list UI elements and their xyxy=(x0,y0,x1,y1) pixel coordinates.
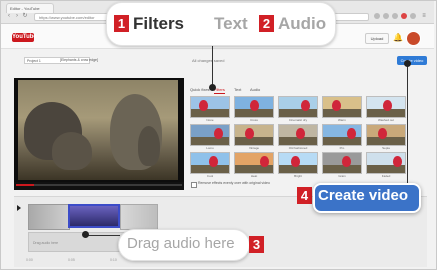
extension-icon[interactable] xyxy=(383,13,389,19)
filter-thumbnail[interactable] xyxy=(366,152,406,174)
filter-thumbnail[interactable] xyxy=(234,96,274,118)
video-preview[interactable] xyxy=(18,80,178,180)
filter-label: Washed out xyxy=(378,118,394,122)
callout-connector xyxy=(407,64,408,184)
filter-thumbnail[interactable] xyxy=(234,152,274,174)
timeline-tick: 0:10 xyxy=(110,258,117,262)
saved-status: All changes saved xyxy=(192,58,225,63)
upload-button[interactable]: Upload xyxy=(365,33,389,44)
filter-label: Lomo xyxy=(206,146,214,150)
filter-label: Warm xyxy=(338,118,346,122)
filter-label: Heat xyxy=(250,174,258,178)
filter-label: Faded xyxy=(381,174,391,178)
filter-thumbnail[interactable] xyxy=(366,124,406,146)
callout-create-video-label: Create video xyxy=(318,187,409,204)
filter-label: None xyxy=(206,118,214,122)
extension-icon[interactable] xyxy=(401,13,407,19)
callout-audio-label: Audio xyxy=(278,14,327,33)
project-title[interactable]: [Elephants & crow edge] xyxy=(60,57,120,64)
filter-label: Vintage xyxy=(248,146,260,150)
filter-thumbnail[interactable] xyxy=(322,152,362,174)
youtube-logo[interactable]: YouTube xyxy=(12,33,37,42)
menu-icon[interactable]: ≡ xyxy=(421,13,427,19)
elephant-image xyxy=(52,132,92,170)
create-video-button[interactable]: Create video xyxy=(397,56,427,65)
filter-label: Cross xyxy=(250,118,258,122)
tab-text[interactable]: Text xyxy=(234,86,241,93)
video-clip[interactable] xyxy=(28,204,70,230)
callout-connector xyxy=(86,235,120,236)
filter-label: Sepia xyxy=(382,146,390,150)
bell-icon[interactable]: 🔔 xyxy=(393,33,403,42)
filter-thumbnail[interactable] xyxy=(322,124,362,146)
callout-filters-label: Filters xyxy=(133,14,185,33)
avatar[interactable] xyxy=(406,31,421,46)
callout-dot xyxy=(404,60,411,67)
back-icon[interactable]: ‹ xyxy=(6,13,12,19)
filter-label: Pro xyxy=(339,146,345,150)
callout-number: 3 xyxy=(249,236,264,253)
filter-thumbnail[interactable] xyxy=(190,124,230,146)
filter-checkbox[interactable] xyxy=(191,182,197,188)
filter-thumbnail[interactable] xyxy=(278,96,318,118)
filter-thumbnail[interactable] xyxy=(190,152,230,174)
filter-label: Cool xyxy=(206,174,214,178)
callout-drag-audio-label: Drag audio here xyxy=(127,235,235,252)
filter-thumbnail[interactable] xyxy=(322,96,362,118)
timeline-tick: 0:05 xyxy=(68,258,75,262)
filter-label: Grain xyxy=(338,174,346,178)
video-clip-selected[interactable] xyxy=(68,204,120,228)
filter-checkbox-label: Remove effects evenly over with original… xyxy=(198,181,270,185)
callout-number: 1 xyxy=(114,15,129,32)
reload-icon[interactable]: ↻ xyxy=(22,13,28,19)
extension-icon[interactable] xyxy=(374,13,380,19)
filter-thumbnail[interactable] xyxy=(234,124,274,146)
video-clip[interactable] xyxy=(120,204,158,230)
browser-tab[interactable]: Editor - YouTube xyxy=(6,3,54,13)
callout-number: 2 xyxy=(259,15,274,32)
filter-label: Cinematic dry xyxy=(288,118,308,122)
filter-label: Old fashioned xyxy=(288,146,308,150)
filter-thumbnail[interactable] xyxy=(278,152,318,174)
progress-fill xyxy=(16,184,34,186)
callout-connector xyxy=(212,44,213,88)
forward-icon[interactable]: › xyxy=(14,13,20,19)
filter-thumbnail[interactable] xyxy=(190,96,230,118)
filter-label: Bright xyxy=(294,174,302,178)
timeline-tick: 0:00 xyxy=(26,258,33,262)
extension-icon[interactable] xyxy=(392,13,398,19)
tab-quick-fixes[interactable]: Quick fixes xyxy=(190,86,210,93)
progress-bar[interactable] xyxy=(16,184,182,186)
callout-dot xyxy=(209,84,216,91)
tab-audio[interactable]: Audio xyxy=(250,86,260,93)
callout-number: 4 xyxy=(297,187,312,204)
filter-thumbnail[interactable] xyxy=(278,124,318,146)
extension-icon[interactable] xyxy=(410,13,416,19)
callout-text-label: Text xyxy=(214,14,248,33)
elephant-image xyxy=(138,126,160,166)
callout-dot xyxy=(82,231,89,238)
filter-thumbnail[interactable] xyxy=(366,96,406,118)
